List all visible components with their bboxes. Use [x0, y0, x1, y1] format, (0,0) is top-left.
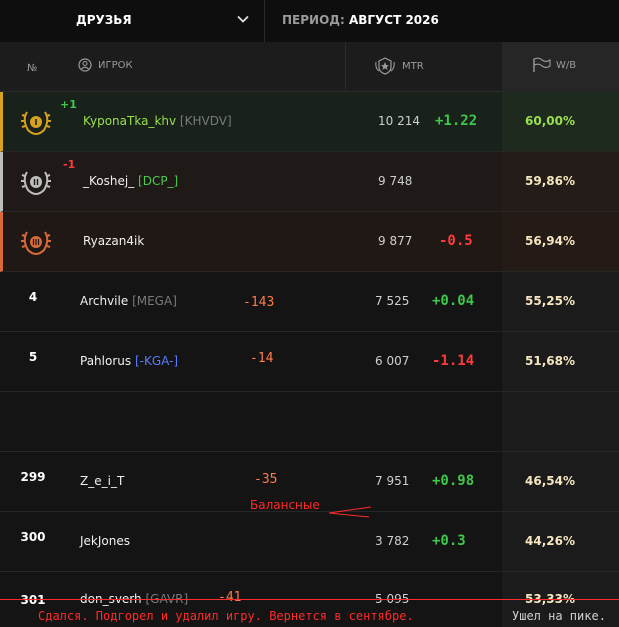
- handwritten-annotation: -41: [218, 590, 242, 605]
- player-nick: KyponaTka_khv: [83, 114, 177, 128]
- clan-tag: [-KGA-]: [134, 354, 179, 368]
- rank-number: 5: [28, 350, 38, 364]
- balance-annotation: Балансные: [250, 498, 320, 512]
- note-right: Ушел на пике.: [512, 609, 606, 623]
- column-header-mtr-label: MTR: [402, 60, 424, 72]
- wb-cell: [502, 392, 619, 451]
- header-divider: [345, 42, 346, 92]
- annotation-arrow: [328, 506, 372, 518]
- group-dropdown-label: ДРУЗЬЯ: [76, 13, 132, 27]
- clan-tag: [KHVDV]: [179, 114, 232, 128]
- mtr-value: 9 748: [378, 174, 413, 188]
- player-name[interactable]: Archvile [MEGA]: [80, 294, 177, 308]
- wb-value: 46,54%: [525, 474, 575, 488]
- silver-laurel-icon: [21, 171, 51, 196]
- table-header: № ИГРОК MTR W/B: [0, 42, 619, 92]
- note-left: Сдался. Подгорел и удалил игру. Вернется…: [38, 609, 414, 623]
- player-name[interactable]: KyponaTka_khv [KHVDV]: [83, 114, 232, 128]
- mtr-change: -0.5: [439, 233, 473, 249]
- clan-tag: [MEGA]: [132, 294, 177, 308]
- player-name[interactable]: Ryazan4ik: [83, 234, 144, 248]
- gold-laurel-icon: [21, 111, 51, 136]
- wb-value: 56,94%: [525, 234, 575, 248]
- wb-value: 51,68%: [525, 354, 575, 368]
- table-row[interactable]: 300 JekJones 3 782 +0.3 44,26%: [0, 512, 619, 572]
- mtr-value: 3 782: [375, 534, 410, 548]
- column-header-wb[interactable]: W/B: [502, 42, 619, 92]
- player-nick: Z_e_i_T: [80, 474, 125, 488]
- table-row[interactable]: 5 Pahlorus [-KGA-] -14 6 007 -1.14 51,68…: [0, 332, 619, 392]
- column-header-rank[interactable]: №: [27, 63, 37, 74]
- group-dropdown[interactable]: ДРУЗЬЯ: [0, 0, 265, 42]
- mtr-value: 9 877: [378, 234, 413, 248]
- table-row[interactable]: -1 _Koshej_ [DCP_] 9 748 59,86%: [0, 152, 619, 212]
- mtr-change: +0.04: [432, 293, 475, 309]
- period-prefix: ПЕРИОД:: [282, 13, 345, 27]
- handwritten-annotation: -14: [250, 351, 274, 366]
- table-row[interactable]: 4 Archvile [MEGA] -143 7 525 +0.04 55,25…: [0, 272, 619, 332]
- top-bar: ДРУЗЬЯ ПЕРИОД: АВГУСТ 2026: [0, 0, 619, 42]
- player-name[interactable]: Z_e_i_T: [80, 474, 124, 488]
- mtr-change: +1.22: [435, 113, 478, 129]
- rank-change: -1: [63, 158, 76, 171]
- wb-value: 44,26%: [525, 534, 575, 548]
- mtr-value: 10 214: [378, 114, 420, 128]
- user-icon: [78, 58, 92, 72]
- player-nick: Archvile: [80, 294, 129, 308]
- player-nick: JekJones: [80, 534, 130, 548]
- player-name[interactable]: JekJones: [80, 534, 130, 548]
- rank-number: 299: [20, 470, 46, 484]
- emblem-icon: [375, 57, 395, 75]
- player-name[interactable]: Pahlorus [-KGA-]: [80, 354, 178, 368]
- column-header-wb-label: W/B: [556, 59, 577, 71]
- mtr-change: -1.14: [432, 353, 475, 369]
- wb-value: 60,00%: [525, 114, 575, 128]
- handwritten-annotation: -143: [243, 295, 275, 310]
- bronze-laurel-icon: [21, 231, 51, 256]
- table-row[interactable]: +1 KyponaTka_khv [KHVDV] 10 214 +1.22 60…: [0, 92, 619, 152]
- player-nick: Ryazan4ik: [83, 234, 145, 248]
- flag-icon: [533, 57, 551, 72]
- rank-number: 301: [20, 593, 46, 607]
- clan-tag: [DCP_]: [138, 174, 179, 188]
- table-row[interactable]: Ryazan4ik 9 877 -0.5 56,94%: [0, 212, 619, 272]
- rank-number: 300: [20, 530, 46, 544]
- strike-line: [0, 599, 619, 600]
- rank-number: 4: [28, 290, 38, 304]
- column-header-player-label: ИГРОК: [98, 59, 133, 71]
- mtr-value: 7 525: [375, 294, 410, 308]
- column-header-player[interactable]: ИГРОК: [78, 58, 133, 72]
- table-gap: [0, 392, 619, 452]
- period-selector[interactable]: ПЕРИОД: АВГУСТ 2026: [282, 13, 439, 27]
- player-nick: _Koshej_: [83, 174, 135, 188]
- wb-value: 55,25%: [525, 294, 575, 308]
- handwritten-annotation: -35: [254, 472, 278, 487]
- mtr-change: +0.3: [432, 533, 466, 549]
- chevron-down-icon: [237, 15, 249, 23]
- mtr-value: 7 951: [375, 474, 410, 488]
- mtr-change: +0.98: [432, 473, 475, 489]
- wb-value: 59,86%: [525, 174, 575, 188]
- player-name[interactable]: _Koshej_ [DCP_]: [83, 174, 178, 188]
- column-header-mtr[interactable]: MTR: [374, 56, 424, 76]
- period-value: АВГУСТ 2026: [348, 13, 439, 27]
- player-nick: Pahlorus: [80, 354, 132, 368]
- rank-change: +1: [60, 98, 77, 111]
- mtr-value: 6 007: [375, 354, 410, 368]
